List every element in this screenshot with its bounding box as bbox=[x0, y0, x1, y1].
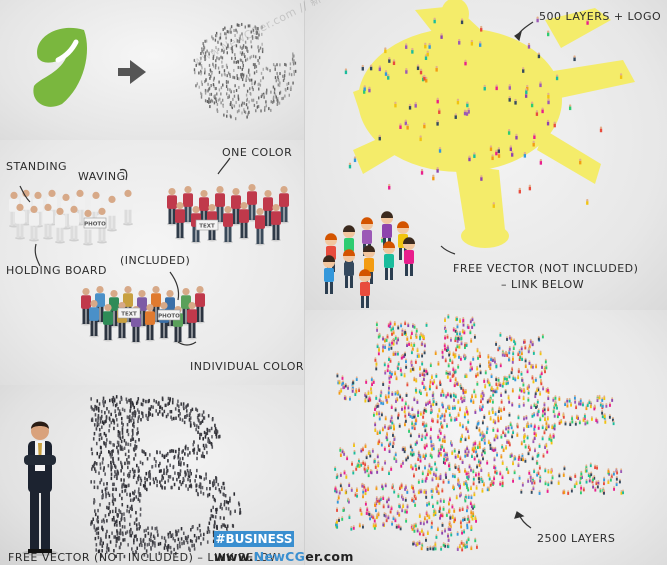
site-url-prefix: www. bbox=[214, 549, 254, 564]
vertical-divider bbox=[304, 0, 305, 565]
board-label: PHOTO bbox=[84, 222, 106, 228]
waving-label: WAVING bbox=[78, 170, 126, 183]
business-badge: #BUSINESS bbox=[214, 531, 294, 547]
board-label: TEXT bbox=[121, 312, 137, 318]
site-url: www.NewCGer.com bbox=[214, 548, 354, 565]
people-poses-panel: PHOTO TEXT TEXT PHOTO STANDING WAVING ONE C… bbox=[0, 140, 305, 385]
sun-500-panel: 500 LAYERS + LOGO FREE VECTOR (NOT INCLU… bbox=[305, 0, 667, 310]
included-label: (INCLUDED) bbox=[120, 254, 191, 267]
holding-board-label: HOLDING BOARD bbox=[6, 264, 107, 277]
red-people-group bbox=[167, 184, 289, 246]
board-label: TEXT bbox=[199, 224, 215, 230]
arrow-right-icon bbox=[118, 60, 146, 84]
board-label: PHOTO bbox=[158, 314, 180, 320]
site-url-suffix: er.com bbox=[305, 549, 354, 564]
hand-arrows bbox=[514, 511, 532, 529]
individual-colors-label: INDIVIDUAL COLORS bbox=[190, 360, 305, 373]
composite-preview: PHOTO TEXT TEXT PHOTO STANDING WAVING ONE C… bbox=[0, 0, 667, 565]
cartoon-kids-group bbox=[323, 211, 415, 308]
one-color-label: ONE COLOR bbox=[222, 146, 293, 159]
link-below-label: – LINK BELOW bbox=[501, 278, 585, 291]
yellow-sun-shape bbox=[353, 0, 635, 248]
layers-2500-label: 2500 LAYERS bbox=[537, 532, 616, 545]
multicolor-people-group bbox=[81, 286, 205, 344]
standing-label: STANDING bbox=[6, 160, 68, 173]
layers-logo-label: 500 LAYERS + LOGO bbox=[539, 10, 662, 23]
green-leaf-logo bbox=[33, 27, 88, 107]
sun-2500-art bbox=[334, 313, 624, 552]
dense-crowd-sun bbox=[334, 313, 624, 552]
free-vector-label: FREE VECTOR (NOT INCLUDED) bbox=[453, 262, 639, 275]
sun-2500-panel: 2500 LAYERS bbox=[305, 310, 667, 565]
businessman-figure bbox=[22, 421, 58, 556]
site-url-accent: NewCG bbox=[253, 549, 306, 564]
